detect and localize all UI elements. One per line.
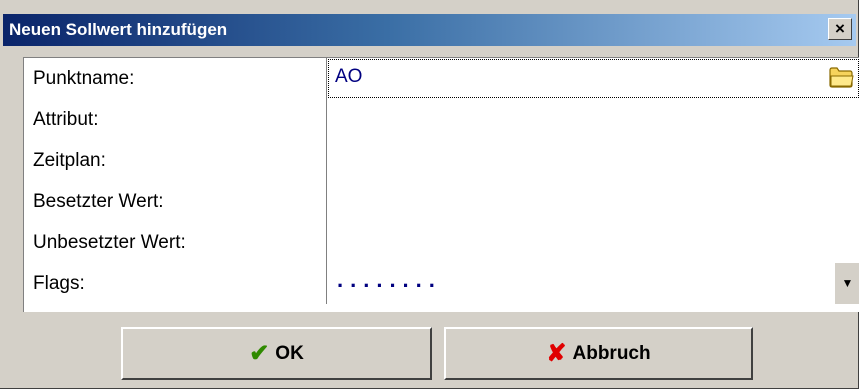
cross-icon: ✘ [546, 339, 567, 367]
attribut-field[interactable] [327, 99, 859, 140]
checkmark-icon: ✔ [249, 339, 270, 367]
ok-label: OK [275, 342, 304, 364]
row-attribut: Attribut: [24, 99, 859, 140]
row-besetzter-wert: Besetzter Wert: [24, 181, 859, 222]
flags-value: ........ [337, 267, 442, 292]
cancel-label: Abbruch [572, 342, 651, 364]
punktname-label: Punktname: [24, 58, 327, 99]
dropdown-arrow-icon[interactable]: ▼ [834, 263, 859, 304]
row-punktname: Punktname: AO [24, 58, 859, 99]
folder-icon[interactable] [828, 65, 854, 89]
ok-button[interactable]: ✔ OK [121, 327, 432, 380]
cancel-button[interactable]: ✘ Abbruch [444, 327, 753, 380]
add-setpoint-dialog: Neuen Sollwert hinzufügen × Punktname: A… [0, 0, 859, 389]
title-bar[interactable]: Neuen Sollwert hinzufügen × [3, 14, 856, 46]
besetzter-wert-field[interactable] [327, 181, 859, 222]
zeitplan-label: Zeitplan: [24, 140, 327, 181]
row-flags: Flags: ........ ▼ [24, 263, 859, 304]
punktname-field[interactable]: AO [327, 58, 859, 99]
zeitplan-field[interactable] [327, 140, 859, 181]
unbesetzter-wert-field[interactable] [327, 222, 859, 263]
row-zeitplan: Zeitplan: [24, 140, 859, 181]
flags-label: Flags: [24, 263, 327, 304]
close-button[interactable]: × [828, 18, 852, 40]
unbesetzter-wert-label: Unbesetzter Wert: [24, 222, 327, 263]
punktname-value: AO [335, 66, 363, 87]
dialog-title: Neuen Sollwert hinzufügen [9, 20, 228, 39]
besetzter-wert-label: Besetzter Wert: [24, 181, 327, 222]
row-unbesetzter-wert: Unbesetzter Wert: [24, 222, 859, 263]
flags-field[interactable]: ........ ▼ [327, 263, 859, 304]
property-grid: Punktname: AO Attribut: Zeitplan: Besetz… [23, 57, 859, 312]
attribut-label: Attribut: [24, 99, 327, 140]
